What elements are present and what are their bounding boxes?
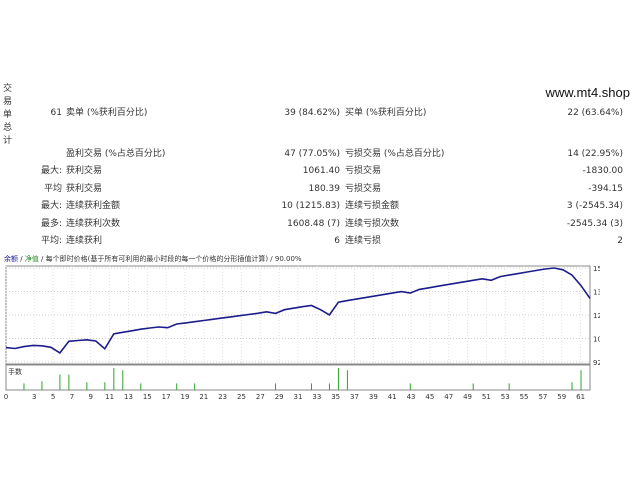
- x-tick-label: 45: [425, 393, 434, 401]
- y-tick-label: 10785: [593, 336, 600, 344]
- stats-cell-c1: 最多:: [40, 219, 62, 229]
- x-tick-label: 3: [32, 393, 36, 401]
- stats-cell-c2: 卖单 (%获利百分比): [66, 108, 148, 118]
- x-tick-label: 57: [538, 393, 547, 401]
- section-side-label: 交易单总计: [3, 83, 13, 148]
- stats-cell-c1: 平均: [43, 184, 62, 194]
- stats-cell-c1: 最大:: [40, 201, 62, 211]
- x-tick-label: 13: [124, 393, 133, 401]
- x-tick-label: 43: [407, 393, 416, 401]
- stats-cell-c3: 180.39: [308, 184, 341, 194]
- x-tick-label: 41: [388, 393, 397, 401]
- y-tick-label: 12347: [593, 312, 600, 320]
- stats-cell-c2: 连续获利金额: [66, 201, 121, 211]
- stats-cell-c4: 亏损交易: [345, 184, 382, 194]
- stats-cell-c4: 连续亏损金额: [345, 201, 400, 211]
- chart-svg: 1546913908123471078592240357911131517192…: [4, 265, 600, 401]
- stats-cell-c4: 亏损交易 (%占总百分比): [345, 149, 445, 159]
- stats-cell-c3: 6: [334, 236, 340, 246]
- stats-cell-c2: 连续获利: [66, 236, 103, 246]
- x-tick-label: 25: [237, 393, 246, 401]
- x-tick-label: 33: [312, 393, 321, 401]
- stats-cell-c5: 2: [617, 236, 623, 246]
- y-tick-label: 13908: [593, 288, 600, 296]
- volume-label: 手数: [8, 368, 22, 376]
- stats-cell-c4: 连续亏损次数: [345, 219, 400, 229]
- x-tick-label: 47: [444, 393, 453, 401]
- side-label-char: 总: [3, 123, 13, 133]
- stats-cell-c5: 22 (63.64%): [567, 108, 623, 118]
- stats-cell-c5: 3 (-2545.34): [566, 201, 623, 211]
- x-tick-label: 39: [369, 393, 378, 401]
- x-tick-label: 9: [89, 393, 93, 401]
- stats-cell-c2: 盈利交易 (%占总百分比): [66, 149, 166, 159]
- stats-cell-c2: 连续获利次数: [66, 219, 121, 229]
- stats-cell-c3: 1061.40: [302, 166, 340, 176]
- x-tick-label: 35: [331, 393, 340, 401]
- stats-cell-c4: 买单 (%获利百分比): [345, 108, 427, 118]
- x-tick-label: 37: [350, 393, 359, 401]
- x-tick-label: 5: [51, 393, 55, 401]
- x-tick-label: 59: [557, 393, 566, 401]
- stats-cell-c1: 最大:: [40, 166, 62, 176]
- x-tick-label: 61: [576, 393, 585, 401]
- stats-cell-c4: 亏损交易: [345, 166, 382, 176]
- watermark-text: www.mt4.shop: [545, 85, 630, 100]
- stats-cell-c5: -2545.34 (3): [566, 219, 623, 229]
- stats-cell-c2: 获利交易: [66, 184, 103, 194]
- stats-cell-c3: 1608.48 (7): [287, 219, 340, 229]
- x-tick-label: 17: [162, 393, 171, 401]
- y-tick-label: 15469: [593, 265, 600, 273]
- stats-cell-c3: 10 (1215.83): [281, 201, 340, 211]
- x-tick-label: 0: [4, 393, 8, 401]
- x-tick-label: 11: [105, 393, 114, 401]
- stats-cell-c5: 14 (22.95%): [567, 149, 623, 159]
- stats-cell-c3: 47 (77.05%): [284, 149, 340, 159]
- x-tick-label: 21: [199, 393, 208, 401]
- stats-cell-c4: 连续亏损: [345, 236, 382, 246]
- stats-cell-c2: 获利交易: [66, 166, 103, 176]
- side-label-char: 交: [3, 84, 13, 94]
- side-label-char: 计: [3, 136, 13, 146]
- x-tick-label: 53: [501, 393, 510, 401]
- side-label-char: 单: [3, 110, 13, 120]
- stats-cell-c3: 39 (84.62%): [284, 108, 340, 118]
- side-label-char: 易: [3, 97, 13, 107]
- x-tick-label: 15: [143, 393, 152, 401]
- x-tick-label: 27: [256, 393, 265, 401]
- balance-chart: 余额 / 净值 / 每个即时价格(基于所有可利用的最小时段的每一个价格的分形插值…: [4, 254, 600, 402]
- x-tick-label: 29: [275, 393, 284, 401]
- x-tick-label: 19: [181, 393, 190, 401]
- y-tick-label: 9224: [593, 359, 600, 367]
- x-tick-label: 49: [463, 393, 472, 401]
- stats-cell-c5: -394.15: [588, 184, 623, 194]
- x-tick-label: 51: [482, 393, 491, 401]
- x-tick-label: 23: [218, 393, 227, 401]
- x-tick-label: 55: [520, 393, 529, 401]
- volume-panel: [5, 364, 591, 391]
- x-tick-label: 7: [70, 393, 74, 401]
- stats-cell-c1: 平均:: [40, 236, 62, 246]
- stats-cell-c5: -1830.00: [582, 166, 623, 176]
- stats-cell-c1: 61: [50, 108, 62, 118]
- x-tick-label: 31: [294, 393, 303, 401]
